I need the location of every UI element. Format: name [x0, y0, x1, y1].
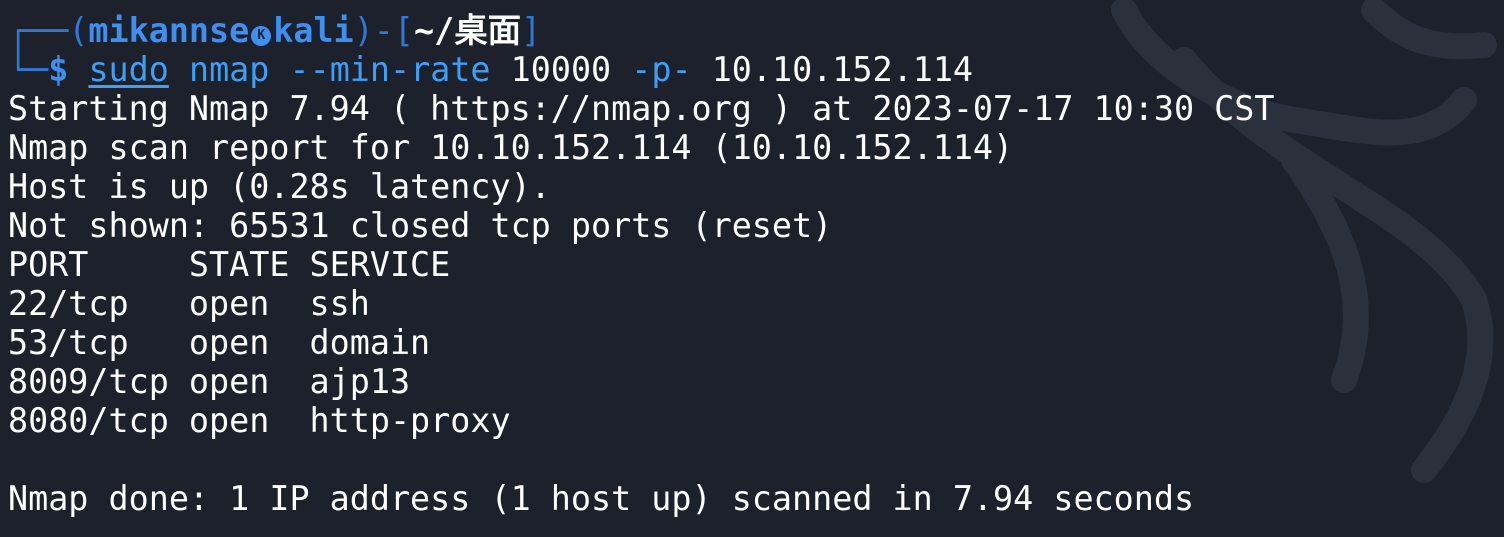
command-arg-nmap: nmap: [188, 50, 270, 89]
terminal-window[interactable]: ┌──(mikannse Kkali)-[~/桌面] └─$ sudo nmap …: [0, 0, 1504, 537]
command-line[interactable]: └─$ sudo nmap --min-rate 10000 -p- 10.10…: [8, 50, 1274, 89]
kali-logo-icon: K: [251, 26, 272, 46]
command-program: sudo: [88, 50, 169, 89]
port-row: 8009/tcp open ajp13: [8, 362, 411, 401]
prompt-close-bracket: ]: [520, 11, 542, 50]
command-arg-rate-value: 10000: [510, 50, 612, 89]
port-table-header: PORT STATE SERVICE: [8, 245, 451, 284]
output-not-shown-line: Not shown: 65531 closed tcp ports (reset…: [8, 206, 833, 245]
output-report-line: Nmap scan report for 10.10.152.114 (10.1…: [8, 128, 1014, 167]
prompt-open-paren: (: [68, 11, 89, 50]
command-arg-ports: -p-: [631, 50, 692, 89]
port-row: 8080/tcp open http-proxy: [8, 401, 511, 440]
command-target: 10.10.152.114: [711, 50, 974, 89]
port-row: 53/tcp open domain: [8, 323, 431, 362]
prompt-separator: )-[: [353, 11, 414, 50]
prompt-host: kali: [273, 11, 354, 50]
output-done-line: Nmap done: 1 IP address (1 host up) scan…: [8, 479, 1195, 518]
command-arg-min-rate: --min-rate: [289, 50, 491, 89]
prompt-cwd: ~/桌面: [413, 11, 521, 50]
prompt-line: ┌──(mikannse Kkali)-[~/桌面]: [8, 11, 542, 50]
prompt-dollar: $: [48, 50, 69, 89]
port-row: 22/tcp open ssh: [8, 284, 370, 323]
output-start-line: Starting Nmap 7.94 ( https://nmap.org ) …: [8, 89, 1275, 128]
output-host-line: Host is up (0.28s latency).: [8, 167, 551, 206]
prompt-user: mikannse: [88, 11, 250, 50]
